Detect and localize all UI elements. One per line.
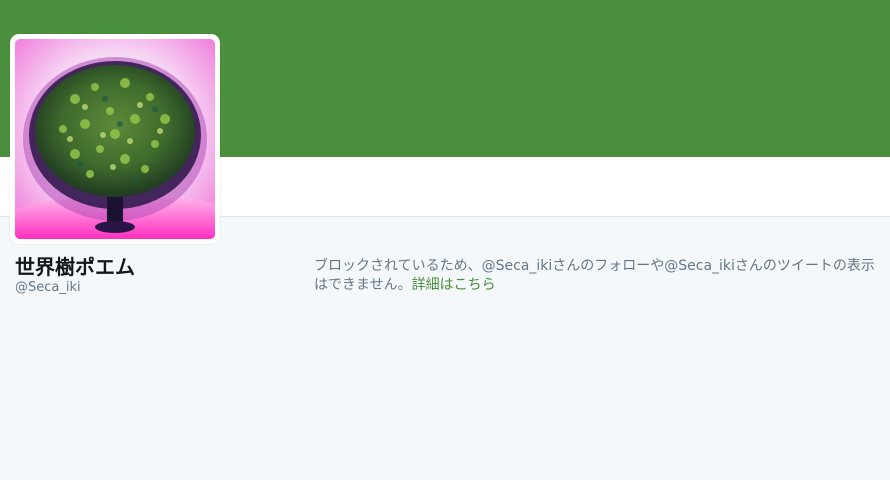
profile-page: 世界樹ポエム @Seca_iki ブロックされているため、@Seca_ikiさん… bbox=[0, 0, 890, 480]
profile-handle[interactable]: @Seca_iki bbox=[15, 280, 81, 296]
profile-name[interactable]: 世界樹ポエム bbox=[15, 254, 135, 280]
blocked-message: ブロックされているため、@Seca_ikiさんのフォローや@Seca_ikiさん… bbox=[314, 258, 875, 293]
avatar bbox=[15, 39, 215, 239]
profile-avatar-frame[interactable] bbox=[10, 34, 220, 244]
blocked-notice: ブロックされているため、@Seca_ikiさんのフォローや@Seca_ikiさん… bbox=[314, 257, 886, 295]
learn-more-link[interactable]: 詳細はこちら bbox=[412, 277, 496, 293]
